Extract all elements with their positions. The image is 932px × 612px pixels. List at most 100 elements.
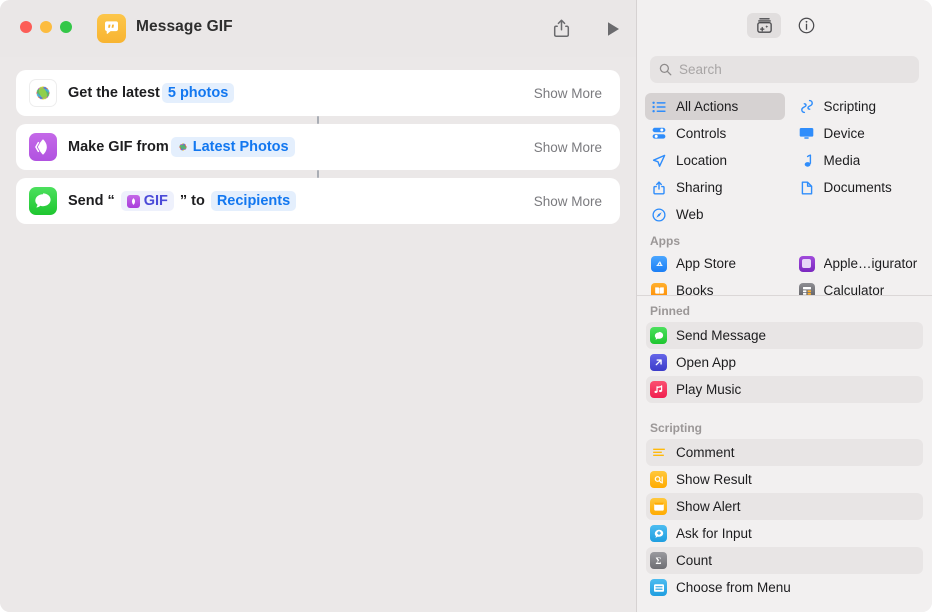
controls-icon <box>650 126 668 142</box>
list-item-open-app[interactable]: Open App <box>646 349 923 376</box>
pinned-header: Pinned <box>650 304 691 318</box>
parameter-token-photo-count[interactable]: 5 photos <box>161 83 235 103</box>
list-item-label: Ask for Input <box>676 526 752 541</box>
category-label: All Actions <box>676 99 739 114</box>
category-all-actions[interactable]: All Actions <box>645 93 785 120</box>
category-label: Media <box>823 153 861 168</box>
app-label: Apple…igurator <box>823 256 918 271</box>
category-sharing[interactable]: Sharing <box>645 174 785 201</box>
list-item-choose-from-menu[interactable]: Choose from Menu <box>646 574 923 601</box>
category-device[interactable]: Device <box>793 120 932 147</box>
action-connector <box>317 170 319 178</box>
shortcuts-window: Message GIF Get the latest 5 photos Show… <box>0 0 932 612</box>
category-row: Web <box>637 201 932 228</box>
search-input[interactable]: Search <box>650 56 919 83</box>
show-alert-icon <box>650 498 667 515</box>
photos-app-icon <box>29 79 57 107</box>
shortcut-app-icon <box>97 14 126 43</box>
category-location[interactable]: Location <box>645 147 785 174</box>
quote-close: ” <box>179 193 188 209</box>
app-item-app-store[interactable]: App Store <box>645 250 785 277</box>
show-more-button[interactable]: Show More <box>534 86 602 101</box>
list-item-label: Show Alert <box>676 499 741 514</box>
list-bullet-icon <box>650 99 668 115</box>
open-app-icon <box>650 354 667 371</box>
apple-configurator-icon <box>798 255 816 272</box>
category-row: Sharing Documents <box>637 174 932 201</box>
app-item-apple-configurator[interactable]: Apple…igurator <box>793 250 932 277</box>
list-item-label: Count <box>676 553 713 568</box>
app-label: Books <box>676 283 714 296</box>
music-note-icon <box>798 153 816 169</box>
list-item-count[interactable]: Σ Count <box>646 547 923 574</box>
list-item-label: Show Result <box>676 472 752 487</box>
list-item-show-result[interactable]: Show Result <box>646 466 923 493</box>
action-mid-text: to <box>191 193 205 209</box>
action-list[interactable]: Pinned Send Message Open App Play Music <box>637 297 932 612</box>
device-icon <box>798 126 816 142</box>
category-row: Location Media <box>637 147 932 174</box>
safari-compass-icon <box>650 207 668 223</box>
app-label: Calculator <box>823 283 885 296</box>
category-label: Sharing <box>676 180 723 195</box>
gif-token-icon <box>126 194 140 208</box>
category-label: Web <box>676 207 704 222</box>
app-row: Books Calculator <box>637 277 932 296</box>
category-scroll-pane[interactable]: All Actions Scripting Controls Device Lo… <box>637 93 932 296</box>
share-icon <box>650 180 668 196</box>
category-scripting[interactable]: Scripting <box>793 93 932 120</box>
list-item-ask-for-input[interactable]: Ask for Input <box>646 520 923 547</box>
list-item-label: Play Music <box>676 382 742 397</box>
category-controls[interactable]: Controls <box>645 120 785 147</box>
action-text: Get the latest 5 photos <box>68 83 236 103</box>
show-more-button[interactable]: Show More <box>534 194 602 209</box>
app-item-calculator[interactable]: Calculator <box>793 277 932 296</box>
messages-icon <box>650 327 667 344</box>
traffic-lights <box>20 21 72 33</box>
run-button[interactable] <box>598 14 628 43</box>
category-label: Device <box>823 126 865 141</box>
resize-handle[interactable] <box>918 598 932 612</box>
share-button[interactable] <box>546 14 576 43</box>
app-item-books[interactable]: Books <box>645 277 785 296</box>
parameter-token-gif[interactable]: GIF <box>120 191 174 211</box>
photos-token-icon <box>177 141 189 153</box>
show-result-icon <box>650 471 667 488</box>
close-button[interactable] <box>20 21 32 33</box>
minimize-button[interactable] <box>40 21 52 33</box>
action-card[interactable]: Make GIF from Latest Photos Show More <box>16 124 620 170</box>
list-item-send-message[interactable]: Send Message <box>646 322 923 349</box>
list-item-comment[interactable]: Comment <box>646 439 923 466</box>
category-label: Location <box>676 153 728 168</box>
action-card[interactable]: Send “ GIF ” to Recipients Show More <box>16 178 620 224</box>
category-documents[interactable]: Documents <box>793 174 932 201</box>
show-more-button[interactable]: Show More <box>534 140 602 155</box>
category-grid: All Actions Scripting Controls Device Lo… <box>637 93 932 296</box>
ask-for-input-icon <box>650 525 667 542</box>
list-item-show-alert[interactable]: Show Alert <box>646 493 923 520</box>
parameter-token-recipients[interactable]: Recipients <box>210 191 297 211</box>
list-item-label: Comment <box>676 445 735 460</box>
zoom-button[interactable] <box>60 21 72 33</box>
search-icon <box>659 63 672 76</box>
search-placeholder: Search <box>679 62 722 77</box>
calculator-icon <box>798 282 816 295</box>
scripting-icon <box>798 99 816 115</box>
parameter-token-latest-photos[interactable]: Latest Photos <box>170 137 295 157</box>
quote-open: “ <box>107 193 115 209</box>
info-icon[interactable] <box>789 13 823 38</box>
list-item-label: Choose from Menu <box>676 580 791 595</box>
category-media[interactable]: Media <box>793 147 932 174</box>
gif-app-icon <box>29 133 57 161</box>
scripting-header: Scripting <box>650 421 703 435</box>
window-title: Message GIF <box>136 18 233 35</box>
list-item-play-music[interactable]: Play Music <box>646 376 923 403</box>
app-store-icon <box>650 255 668 272</box>
category-label: Controls <box>676 126 727 141</box>
category-web[interactable]: Web <box>645 201 785 228</box>
document-icon <box>798 180 816 196</box>
action-connector <box>317 116 319 124</box>
token-label: GIF <box>143 193 168 209</box>
action-card[interactable]: Get the latest 5 photos Show More <box>16 70 620 116</box>
action-library-icon[interactable] <box>747 13 781 38</box>
